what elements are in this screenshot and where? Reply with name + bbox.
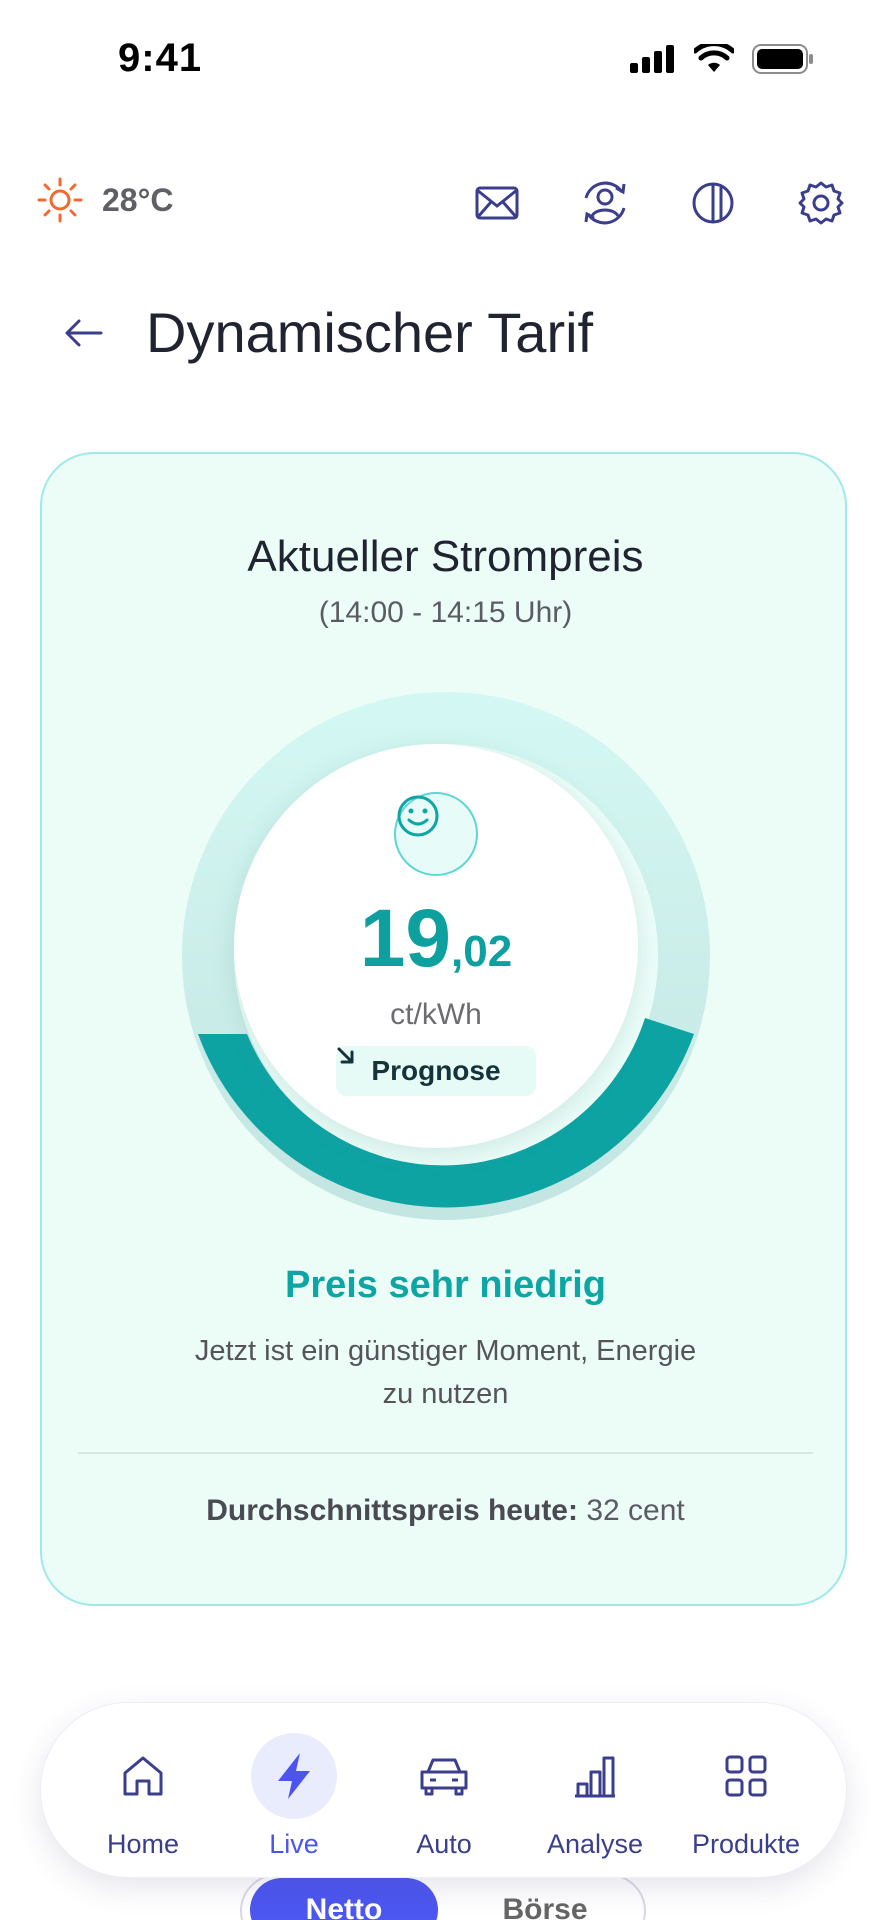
average-price: Durchschnittspreis heute: 32 cent — [42, 1494, 849, 1528]
nav-item-analyse[interactable]: Analyse — [520, 1733, 670, 1863]
wifi-icon — [694, 44, 734, 72]
price-decimal: ,02 — [451, 927, 513, 976]
divider — [78, 1452, 813, 1454]
current-price: 19,02 — [234, 892, 638, 986]
toggle-netto[interactable]: Netto — [250, 1878, 438, 1920]
price-gauge: 19,02 ct/kWh Prognose — [182, 692, 710, 1220]
nav-label-auto: Auto — [416, 1829, 472, 1859]
nav-item-auto[interactable]: Auto — [369, 1733, 519, 1863]
gauge-center: 19,02 ct/kWh Prognose — [234, 744, 638, 1148]
price-status-description: Jetzt ist ein günstiger Moment, Energie … — [194, 1335, 697, 1410]
temperature: 28°C — [102, 181, 174, 218]
price-unit: ct/kWh — [390, 998, 482, 1031]
nav-label-home: Home — [106, 1829, 180, 1859]
status-time: 9:41 — [118, 36, 203, 80]
bottom-navigation: Home Live Auto Analyse Produkte — [40, 1702, 847, 1878]
prognose-label: Prognose — [371, 1055, 501, 1086]
mail-icon[interactable] — [472, 178, 522, 228]
lightning-icon — [251, 1733, 337, 1819]
bar-chart-icon — [552, 1733, 638, 1819]
prognose-button[interactable]: Prognose — [336, 1046, 536, 1096]
nav-item-live[interactable]: Live — [219, 1733, 369, 1863]
back-arrow-icon[interactable] — [60, 310, 106, 356]
signal-icon — [630, 45, 674, 73]
weather-widget: 28°C — [36, 176, 174, 224]
header-actions — [472, 178, 846, 228]
price-integer: 19 — [359, 893, 452, 984]
nav-label-produkte: Produkte — [691, 1829, 801, 1859]
average-value: 32 cent — [586, 1494, 685, 1527]
page-title: Dynamischer Tarif — [146, 301, 594, 364]
gear-icon[interactable] — [796, 178, 846, 228]
grid-icon — [703, 1733, 789, 1819]
title-row: Dynamischer Tarif — [60, 300, 593, 365]
smiley-icon — [394, 792, 478, 876]
status-icons — [630, 44, 814, 74]
nav-label-analyse: Analyse — [546, 1829, 644, 1859]
arrow-down-right-icon — [337, 1047, 354, 1064]
nav-item-produkte[interactable]: Produkte — [671, 1733, 821, 1863]
nav-item-home[interactable]: Home — [68, 1733, 218, 1863]
battery-icon — [752, 44, 813, 74]
contrast-icon[interactable] — [688, 178, 738, 228]
card-title: Aktueller Strompreis — [247, 532, 644, 581]
nav-label-live: Live — [269, 1829, 319, 1859]
price-status-label: Preis sehr niedrig — [284, 1264, 606, 1306]
toggle-borse[interactable]: Börse — [470, 1878, 620, 1920]
sun-icon — [37, 177, 83, 223]
time-range: (14:00 - 14:15 Uhr) — [318, 596, 573, 629]
price-card: Aktueller Strompreis (14:00 - 14:15 Uhr)… — [40, 452, 847, 1606]
average-label: Durchschnittspreis heute: — [206, 1494, 578, 1527]
car-icon — [401, 1733, 487, 1819]
account-sync-icon[interactable] — [580, 178, 630, 228]
home-icon — [100, 1733, 186, 1819]
